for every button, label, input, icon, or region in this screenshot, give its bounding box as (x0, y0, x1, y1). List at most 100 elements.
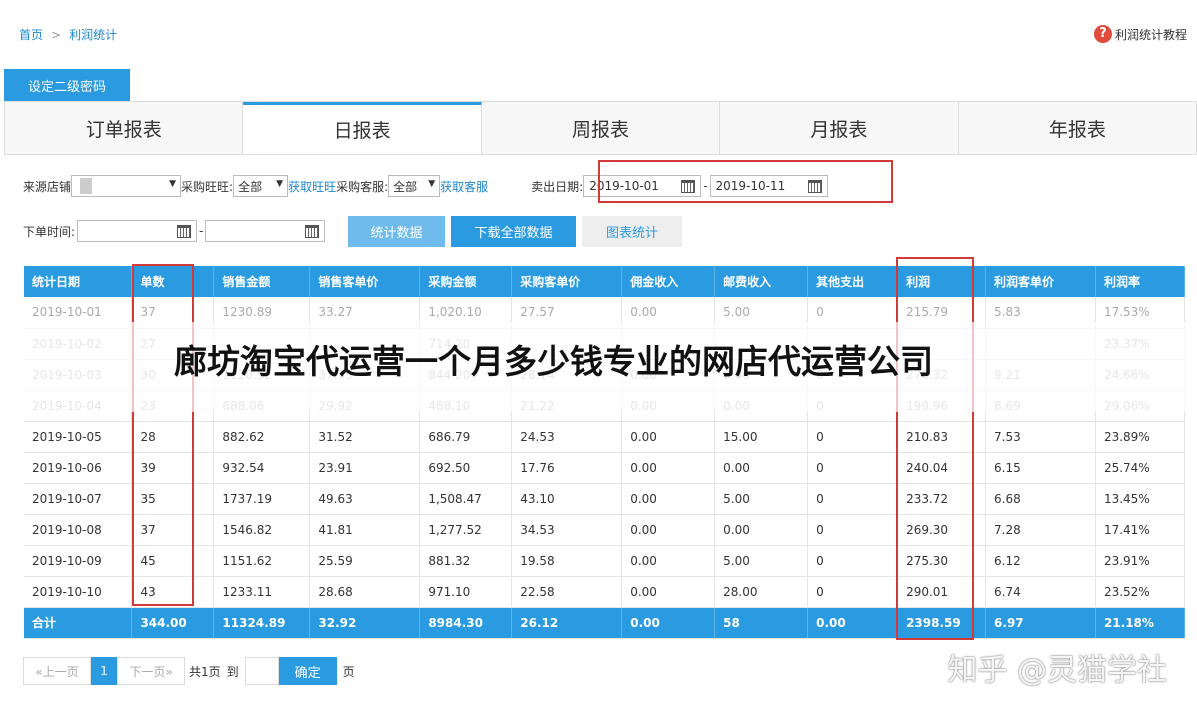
order-time-from-input[interactable] (77, 220, 198, 242)
prev-page-button[interactable]: «上一页 (23, 657, 91, 685)
col-header[interactable]: 邮费收入 (714, 266, 809, 297)
table-total-row: 合计 344.00 11324.89 32.92 8984.30 26.12 0… (24, 607, 1186, 639)
table-cell: 0.00 (621, 483, 716, 515)
breadcrumb: 首页 > 利润统计 (19, 26, 117, 43)
table-cell: 0.00 (621, 514, 716, 546)
table-cell: 6.68 (985, 483, 1096, 515)
total-cell: 21.18% (1095, 607, 1186, 639)
set-password-button[interactable]: 设定二级密码 (4, 69, 130, 101)
table-cell: 31.52 (309, 421, 421, 453)
breadcrumb-current[interactable]: 利润统计 (69, 28, 117, 42)
date-dash: - (199, 224, 204, 238)
tab-monthly-report[interactable]: 月报表 (720, 102, 959, 154)
col-header[interactable]: 利润 (897, 266, 987, 297)
table-cell: 0 (807, 514, 899, 546)
tab-daily-report[interactable]: 日报表 (243, 102, 482, 154)
breadcrumb-separator: > (51, 28, 62, 42)
table-cell: 43 (131, 576, 215, 608)
table-cell: 0 (807, 545, 899, 577)
total-cell: 58 (714, 607, 809, 639)
col-header[interactable]: 利润率 (1095, 266, 1186, 297)
table-cell: 28.00 (714, 576, 809, 608)
table-cell: 6.12 (985, 545, 1096, 577)
col-header[interactable]: 佣金收入 (621, 266, 716, 297)
get-service-link[interactable]: 获取客服 (440, 178, 488, 195)
tab-weekly-report[interactable]: 周报表 (481, 102, 721, 154)
store-value-blurred (80, 178, 93, 194)
service-select[interactable]: 全部 ▼ (388, 175, 441, 197)
table-cell: 24.53 (511, 421, 623, 453)
table-cell: 1546.82 (213, 514, 311, 546)
calendar-icon[interactable] (681, 180, 696, 193)
total-cell: 0.00 (807, 607, 899, 639)
table-cell: 2019-10-09 (24, 545, 133, 577)
table-cell: 25.59 (309, 545, 421, 577)
table-cell: 0 (807, 483, 899, 515)
total-cell: 8984.30 (419, 607, 513, 639)
table-cell: 0.00 (621, 452, 716, 484)
table-cell: 290.01 (897, 576, 987, 608)
wangwang-select[interactable]: 全部 ▼ (233, 175, 289, 197)
table-cell: 37 (131, 514, 215, 546)
table-cell: 6.74 (985, 576, 1096, 608)
sell-date-from-input[interactable]: 2019-10-01 (583, 175, 702, 197)
tutorial-link[interactable]: ? 利润统计教程 (1093, 25, 1187, 43)
table-cell: 15.00 (714, 421, 809, 453)
col-header[interactable]: 单数 (131, 266, 215, 297)
breadcrumb-home[interactable]: 首页 (19, 28, 43, 42)
table-cell: 19.58 (511, 545, 623, 577)
table-cell: 1737.19 (213, 483, 311, 515)
col-header[interactable]: 销售金额 (213, 266, 311, 297)
chevron-down-icon: ▼ (276, 179, 284, 189)
calendar-icon[interactable] (807, 180, 822, 193)
chevron-down-icon: ▼ (428, 179, 436, 189)
table-cell: 0.00 (621, 545, 716, 577)
store-select[interactable]: ▼ (71, 175, 182, 197)
table-cell: 275.30 (897, 545, 987, 577)
col-header[interactable]: 其他支出 (807, 266, 899, 297)
col-header[interactable]: 利润客单价 (985, 266, 1096, 297)
table-cell: 2019-10-08 (24, 514, 133, 546)
table-cell: 210.83 (897, 421, 987, 453)
report-tabs: 订单报表 日报表 周报表 月报表 年报表 (4, 101, 1197, 155)
table-cell: 882.62 (213, 421, 311, 453)
confirm-page-button[interactable]: 确定 (278, 657, 337, 685)
tab-order-report[interactable]: 订单报表 (5, 102, 244, 154)
col-header[interactable]: 销售客单价 (309, 266, 421, 297)
download-all-button[interactable]: 下载全部数据 (451, 216, 576, 247)
page-number-input[interactable] (244, 657, 279, 685)
sell-date-to-input[interactable]: 2019-10-11 (709, 175, 828, 197)
next-page-button[interactable]: 下一页» (117, 657, 185, 685)
table-cell: 1,508.47 (419, 483, 513, 515)
table-cell: 692.50 (419, 452, 513, 484)
table-cell: 7.28 (985, 514, 1096, 546)
calendar-icon[interactable] (177, 225, 192, 238)
table-cell: 5.00 (714, 545, 809, 577)
stat-data-button[interactable]: 统计数据 (348, 216, 445, 247)
page-1-button[interactable]: 1 (91, 657, 117, 685)
table-cell: 34.53 (511, 514, 623, 546)
col-header[interactable]: 采购客单价 (511, 266, 623, 297)
table-cell: 2019-10-07 (24, 483, 133, 515)
date-dash: - (703, 179, 708, 193)
col-header[interactable]: 统计日期 (24, 266, 133, 297)
table-cell: 2019-10-05 (24, 421, 133, 453)
get-wangwang-link[interactable]: 获取旺旺 (288, 178, 336, 195)
total-cell: 0.00 (621, 607, 716, 639)
table-cell: 39 (131, 452, 215, 484)
order-time-to-input[interactable] (205, 220, 326, 242)
chart-stat-button[interactable]: 图表统计 (582, 216, 682, 247)
table-cell: 0.00 (714, 514, 809, 546)
table-cell: 22.58 (511, 576, 623, 608)
table-cell: 971.10 (419, 576, 513, 608)
col-header[interactable]: 采购金额 (419, 266, 513, 297)
table-cell: 23.91 (309, 452, 421, 484)
tab-yearly-report[interactable]: 年报表 (958, 102, 1197, 154)
total-cell: 11324.89 (213, 607, 311, 639)
table-cell: 5.00 (714, 483, 809, 515)
order-time-label: 下单时间: (23, 224, 76, 239)
table-cell: 43.10 (511, 483, 623, 515)
table-cell: 2019-10-10 (24, 576, 133, 608)
calendar-icon[interactable] (305, 225, 320, 238)
table-cell: 0.00 (621, 421, 716, 453)
